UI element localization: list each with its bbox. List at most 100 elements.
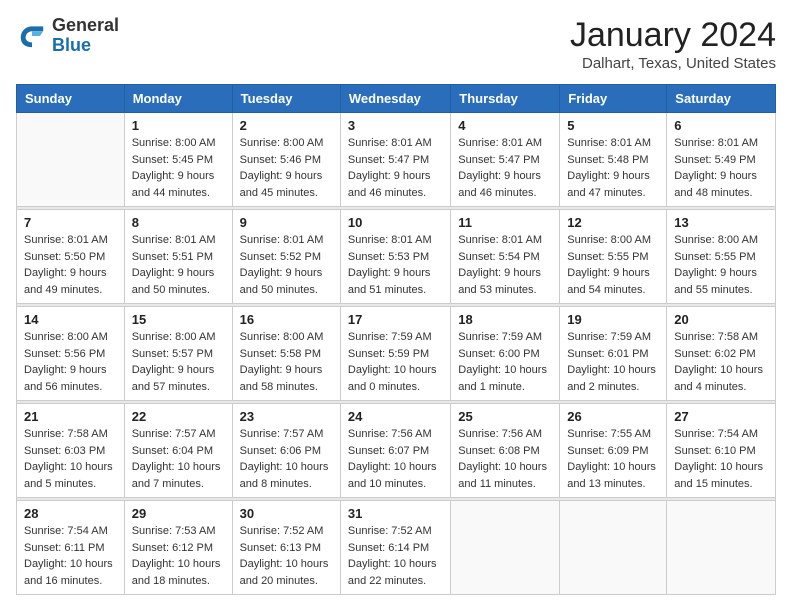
calendar-day-cell: 27Sunrise: 7:54 AMSunset: 6:10 PMDayligh… [667, 404, 776, 498]
day-number: 23 [240, 409, 333, 424]
weekday-header: Tuesday [232, 85, 340, 113]
calendar-day-cell: 1 Sunrise: 8:00 AMSunset: 5:45 PMDaylight… [124, 113, 232, 207]
day-info: Sunrise: 8:01 AMSunset: 5:47 PMDaylight:… [458, 135, 552, 201]
day-number: 7 [24, 215, 117, 230]
weekday-header: Monday [124, 85, 232, 113]
day-info: Sunrise: 8:00 AMSunset: 5:57 PMDaylight:… [132, 329, 225, 395]
calendar-day-cell: 17Sunrise: 7:59 AMSunset: 5:59 PMDayligh… [340, 307, 450, 401]
day-info: Sunrise: 7:56 AMSunset: 6:07 PMDaylight:… [348, 426, 443, 492]
calendar-day-cell: 2 Sunrise: 8:00 AMSunset: 5:46 PMDaylight… [232, 113, 340, 207]
day-number: 21 [24, 409, 117, 424]
calendar-day-cell: 22Sunrise: 7:57 AMSunset: 6:04 PMDayligh… [124, 404, 232, 498]
calendar-day-cell: 9 Sunrise: 8:01 AMSunset: 5:52 PMDaylight… [232, 210, 340, 304]
day-number: 30 [240, 506, 333, 521]
calendar-day-cell [17, 113, 125, 207]
day-info: Sunrise: 7:52 AMSunset: 6:14 PMDaylight:… [348, 523, 443, 589]
day-info: Sunrise: 7:59 AMSunset: 6:01 PMDaylight:… [567, 329, 659, 395]
calendar-week-row: 7 Sunrise: 8:01 AMSunset: 5:50 PMDaylight… [17, 210, 776, 304]
day-number: 20 [674, 312, 768, 327]
day-number: 8 [132, 215, 225, 230]
day-info: Sunrise: 7:57 AMSunset: 6:06 PMDaylight:… [240, 426, 333, 492]
day-number: 11 [458, 215, 552, 230]
day-number: 31 [348, 506, 443, 521]
calendar-day-cell: 24Sunrise: 7:56 AMSunset: 6:07 PMDayligh… [340, 404, 450, 498]
calendar-week-row: 21 Sunrise: 7:58 AMSunset: 6:03 PMDayligh… [17, 404, 776, 498]
day-info: Sunrise: 7:56 AMSunset: 6:08 PMDaylight:… [458, 426, 552, 492]
day-number: 14 [24, 312, 117, 327]
calendar-day-cell [560, 501, 667, 595]
calendar-day-cell [667, 501, 776, 595]
day-number: 19 [567, 312, 659, 327]
calendar-day-cell: 23 Sunrise: 7:57 AMSunset: 6:06 PMDayligh… [232, 404, 340, 498]
day-info: Sunrise: 7:58 AMSunset: 6:03 PMDaylight:… [24, 426, 117, 492]
title-block: January 2024 Dalhart, Texas, United Stat… [570, 16, 776, 72]
day-number: 26 [567, 409, 659, 424]
day-number: 13 [674, 215, 768, 230]
day-number: 16 [240, 312, 333, 327]
day-info: Sunrise: 7:59 AMSunset: 6:00 PMDaylight:… [458, 329, 552, 395]
day-info: Sunrise: 7:57 AMSunset: 6:04 PMDaylight:… [132, 426, 225, 492]
day-info: Sunrise: 7:54 AMSunset: 6:11 PMDaylight:… [24, 523, 117, 589]
calendar-header-row: SundayMondayTuesdayWednesdayThursdayFrid… [17, 85, 776, 113]
day-info: Sunrise: 8:00 AMSunset: 5:46 PMDaylight:… [240, 135, 333, 201]
calendar-day-cell: 26 Sunrise: 7:55 AMSunset: 6:09 PMDayligh… [560, 404, 667, 498]
calendar-day-cell: 14 Sunrise: 8:00 AMSunset: 5:56 PMDayligh… [17, 307, 125, 401]
calendar-table: SundayMondayTuesdayWednesdayThursdayFrid… [16, 84, 776, 595]
day-info: Sunrise: 8:00 AMSunset: 5:55 PMDaylight:… [674, 232, 768, 298]
day-info: Sunrise: 8:00 AMSunset: 5:45 PMDaylight:… [132, 135, 225, 201]
calendar-day-cell: 5 Sunrise: 8:01 AMSunset: 5:48 PMDaylight… [560, 113, 667, 207]
calendar-day-cell: 12 Sunrise: 8:00 AMSunset: 5:55 PMDayligh… [560, 210, 667, 304]
day-info: Sunrise: 8:01 AMSunset: 5:51 PMDaylight:… [132, 232, 225, 298]
day-info: Sunrise: 8:01 AMSunset: 5:52 PMDaylight:… [240, 232, 333, 298]
calendar-day-cell: 15 Sunrise: 8:00 AMSunset: 5:57 PMDayligh… [124, 307, 232, 401]
weekday-header: Thursday [451, 85, 560, 113]
weekday-header: Sunday [17, 85, 125, 113]
day-info: Sunrise: 7:54 AMSunset: 6:10 PMDaylight:… [674, 426, 768, 492]
day-number: 25 [458, 409, 552, 424]
day-number: 3 [348, 118, 443, 133]
day-number: 12 [567, 215, 659, 230]
day-info: Sunrise: 7:55 AMSunset: 6:09 PMDaylight:… [567, 426, 659, 492]
calendar-week-row: 1 Sunrise: 8:00 AMSunset: 5:45 PMDaylight… [17, 113, 776, 207]
calendar-day-cell: 10 Sunrise: 8:01 AMSunset: 5:53 PMDayligh… [340, 210, 450, 304]
day-number: 28 [24, 506, 117, 521]
day-number: 29 [132, 506, 225, 521]
page-header: General Blue January 2024 Dalhart, Texas… [16, 16, 776, 72]
day-info: Sunrise: 8:00 AMSunset: 5:58 PMDaylight:… [240, 329, 333, 395]
day-info: Sunrise: 8:01 AMSunset: 5:49 PMDaylight:… [674, 135, 768, 201]
calendar-day-cell: 13 Sunrise: 8:00 AMSunset: 5:55 PMDayligh… [667, 210, 776, 304]
calendar-day-cell: 11 Sunrise: 8:01 AMSunset: 5:54 PMDayligh… [451, 210, 560, 304]
weekday-header: Friday [560, 85, 667, 113]
weekday-header: Wednesday [340, 85, 450, 113]
calendar-day-cell: 20 Sunrise: 7:58 AMSunset: 6:02 PMDayligh… [667, 307, 776, 401]
day-info: Sunrise: 8:01 AMSunset: 5:53 PMDaylight:… [348, 232, 443, 298]
day-number: 4 [458, 118, 552, 133]
day-number: 15 [132, 312, 225, 327]
day-number: 5 [567, 118, 659, 133]
calendar-day-cell: 28 Sunrise: 7:54 AMSunset: 6:11 PMDayligh… [17, 501, 125, 595]
calendar-day-cell [451, 501, 560, 595]
day-info: Sunrise: 7:52 AMSunset: 6:13 PMDaylight:… [240, 523, 333, 589]
calendar-week-row: 28 Sunrise: 7:54 AMSunset: 6:11 PMDayligh… [17, 501, 776, 595]
calendar-day-cell: 18 Sunrise: 7:59 AMSunset: 6:00 PMDayligh… [451, 307, 560, 401]
day-number: 9 [240, 215, 333, 230]
calendar-day-cell: 25 Sunrise: 7:56 AMSunset: 6:08 PMDayligh… [451, 404, 560, 498]
day-info: Sunrise: 8:00 AMSunset: 5:56 PMDaylight:… [24, 329, 117, 395]
calendar-day-cell: 3Sunrise: 8:01 AMSunset: 5:47 PMDaylight… [340, 113, 450, 207]
calendar-day-cell: 16 Sunrise: 8:00 AMSunset: 5:58 PMDayligh… [232, 307, 340, 401]
calendar-day-cell: 21 Sunrise: 7:58 AMSunset: 6:03 PMDayligh… [17, 404, 125, 498]
day-info: Sunrise: 8:01 AMSunset: 5:48 PMDaylight:… [567, 135, 659, 201]
day-info: Sunrise: 8:01 AMSunset: 5:50 PMDaylight:… [24, 232, 117, 298]
day-number: 2 [240, 118, 333, 133]
day-number: 18 [458, 312, 552, 327]
day-number: 10 [348, 215, 443, 230]
logo-blue: Blue [52, 36, 119, 56]
day-info: Sunrise: 7:58 AMSunset: 6:02 PMDaylight:… [674, 329, 768, 395]
day-number: 1 [132, 118, 225, 133]
day-number: 17 [348, 312, 443, 327]
day-info: Sunrise: 8:01 AMSunset: 5:54 PMDaylight:… [458, 232, 552, 298]
main-title: January 2024 [570, 16, 776, 55]
logo-general: General [52, 16, 119, 36]
logo: General Blue [16, 16, 119, 56]
day-info: Sunrise: 8:00 AMSunset: 5:55 PMDaylight:… [567, 232, 659, 298]
